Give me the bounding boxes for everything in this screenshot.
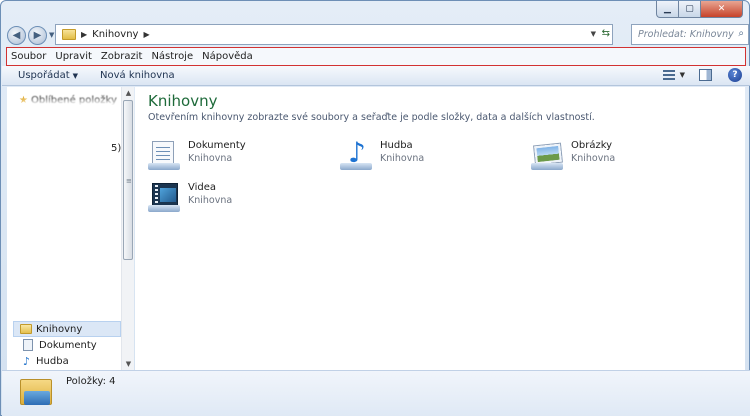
minimize-button[interactable]: ▁ — [656, 1, 679, 18]
address-history-dropdown-icon[interactable]: ▼ — [591, 30, 596, 38]
sidebar-item-label: Knihovny — [36, 323, 83, 335]
library-name: Videa — [188, 182, 217, 193]
libraries-folder-icon — [62, 29, 76, 40]
scrollbar-thumb[interactable]: ≡ — [123, 100, 133, 260]
pictures-library-icon — [531, 139, 565, 171]
item-count: Položky: 4 — [66, 376, 116, 387]
videos-library-icon — [148, 181, 182, 213]
forward-arrow-icon[interactable]: ▶ — [28, 25, 47, 45]
scroll-up-icon[interactable]: ▲ — [122, 87, 135, 99]
navigation-pane: ★ Oblíbené položky 5) Knihovny Dokumenty… — [7, 87, 134, 370]
menu-bar: Soubor Upravit Zobrazit Nástroje Nápověd… — [6, 47, 746, 66]
library-name: Obrázky — [571, 140, 613, 151]
redacted-area — [25, 105, 117, 317]
content-pane: Knihovny Otevřením knihovny zobrazte své… — [135, 87, 745, 370]
sidebar-item-label: Hudba — [36, 356, 69, 367]
organize-label: Uspořádat — [18, 70, 70, 81]
command-bar: Uspořádat ▼ Nová knihovna ▼ ? — [2, 66, 750, 86]
organize-button[interactable]: Uspořádat ▼ — [18, 70, 78, 81]
maximize-button[interactable]: ▢ — [679, 1, 701, 18]
sidebar-partial-text: 5) — [111, 143, 122, 154]
close-button[interactable]: ✕ — [701, 1, 743, 18]
libraries-folder-icon — [20, 324, 32, 334]
library-name: Dokumenty — [188, 140, 246, 151]
menu-napoveda[interactable]: Nápověda — [202, 51, 253, 62]
explorer-window: ▁ ▢ ✕ ◀ ▶ ▼ ▶ Knihovny ▶ ▼ ⇆ Prohledat: … — [0, 0, 750, 416]
search-placeholder: Prohledat: Knihovny — [638, 29, 734, 40]
breadcrumb-libraries[interactable]: Knihovny — [92, 29, 138, 40]
sidebar-item-documents[interactable]: Dokumenty — [23, 339, 97, 351]
recent-pages-dropdown[interactable]: ▼ — [49, 31, 54, 39]
library-item-music[interactable]: ♪ Hudba Knihovna — [340, 139, 424, 171]
sidebar-item-music[interactable]: ♪ Hudba — [23, 355, 69, 368]
search-input[interactable]: Prohledat: Knihovny ⌕ — [631, 24, 749, 45]
library-item-videos[interactable]: Videa Knihovna — [148, 181, 232, 213]
page-description: Otevřením knihovny zobrazte své soubory … — [148, 112, 595, 123]
breadcrumb-separator-icon[interactable]: ▶ — [143, 30, 149, 39]
scroll-down-icon[interactable]: ▼ — [122, 358, 135, 370]
help-icon[interactable]: ? — [728, 68, 742, 82]
library-type: Knihovna — [188, 195, 233, 206]
vertical-scrollbar[interactable]: ▲ ≡ ▼ — [121, 87, 134, 370]
change-view-icon[interactable] — [662, 70, 675, 80]
back-arrow-icon[interactable]: ◀ — [7, 25, 26, 45]
library-name: Hudba — [380, 140, 413, 151]
library-item-pictures[interactable]: Obrázky Knihovna — [531, 139, 615, 171]
sidebar-item-libraries[interactable]: Knihovny — [13, 321, 121, 337]
caption-buttons: ▁ ▢ ✕ — [656, 1, 743, 18]
view-options-dropdown-icon[interactable]: ▼ — [680, 71, 685, 79]
new-library-button[interactable]: Nová knihovna — [100, 70, 175, 81]
menu-upravit[interactable]: Upravit — [55, 51, 92, 62]
music-library-icon: ♪ — [340, 139, 374, 171]
preview-pane-icon[interactable] — [699, 69, 712, 81]
breadcrumb-separator-icon[interactable]: ▶ — [81, 30, 87, 39]
menu-nastroje[interactable]: Nástroje — [151, 51, 193, 62]
library-type: Knihovna — [188, 153, 233, 164]
library-type: Knihovna — [571, 153, 616, 164]
refresh-icon[interactable]: ⇆ — [602, 28, 610, 39]
chevron-down-icon: ▼ — [72, 72, 79, 80]
menu-zobrazit[interactable]: Zobrazit — [101, 51, 143, 62]
library-item-documents[interactable]: Dokumenty Knihovna — [148, 139, 246, 171]
sidebar-item-label: Dokumenty — [39, 339, 97, 351]
documents-library-icon — [148, 139, 182, 171]
search-icon[interactable]: ⌕ — [738, 28, 744, 39]
view-controls: ▼ ? — [662, 68, 742, 82]
navigation-bar: ◀ ▶ ▼ ▶ Knihovny ▶ ▼ ⇆ Prohledat: Knihov… — [7, 23, 749, 47]
grip-icon: ≡ — [126, 177, 132, 185]
library-type: Knihovna — [380, 153, 425, 164]
menu-soubor[interactable]: Soubor — [11, 51, 46, 62]
address-bar[interactable]: ▶ Knihovny ▶ ▼ ⇆ — [55, 24, 613, 45]
music-icon: ♪ — [23, 355, 31, 368]
page-title: Knihovny — [148, 92, 218, 110]
libraries-folder-icon — [20, 377, 54, 407]
documents-icon — [23, 339, 33, 351]
details-pane: Položky: 4 — [2, 370, 750, 416]
